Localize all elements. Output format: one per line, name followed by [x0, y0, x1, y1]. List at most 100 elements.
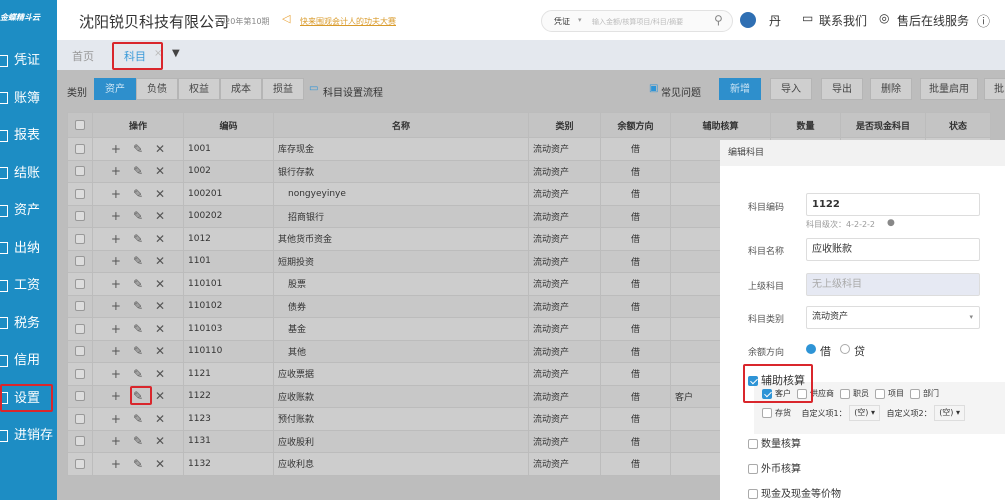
edit-icon[interactable]: ✎: [133, 344, 143, 358]
edit-icon[interactable]: ✎: [133, 209, 143, 223]
delete-icon[interactable]: ✕: [155, 389, 165, 403]
edit-icon[interactable]: ✎: [133, 232, 143, 246]
row-checkbox[interactable]: [67, 227, 93, 251]
fx-checkbox[interactable]: 外币核算: [748, 460, 801, 475]
delete-icon[interactable]: ✕: [155, 367, 165, 381]
qty-checkbox[interactable]: 数量核算: [748, 435, 801, 450]
custom2-select[interactable]: (空) ▾: [934, 405, 965, 421]
edit-icon[interactable]: ✎: [133, 412, 143, 426]
edit-icon[interactable]: ✎: [133, 142, 143, 156]
row-checkbox[interactable]: [67, 294, 93, 318]
add-icon[interactable]: +: [111, 209, 121, 223]
row-checkbox[interactable]: [67, 272, 93, 296]
toolbar-button-0[interactable]: 新增: [719, 78, 761, 100]
add-icon[interactable]: +: [111, 142, 121, 156]
row-checkbox[interactable]: [67, 249, 93, 273]
edit-icon[interactable]: ✎: [133, 367, 143, 381]
edit-icon[interactable]: ✎: [133, 457, 143, 471]
add-icon[interactable]: +: [111, 277, 121, 291]
add-icon[interactable]: +: [111, 299, 121, 313]
add-icon[interactable]: +: [111, 389, 121, 403]
help-icon[interactable]: ⓘ: [977, 11, 990, 30]
sidebar-item-1[interactable]: 账簿: [0, 86, 57, 112]
row-checkbox[interactable]: [67, 182, 93, 206]
toolbar-button-5[interactable]: 批: [984, 78, 1005, 100]
add-icon[interactable]: +: [111, 254, 121, 268]
tab-home[interactable]: 首页: [72, 48, 94, 64]
search-input[interactable]: 输入金额/核算项目/科目/摘要: [592, 17, 683, 27]
sidebar-item-7[interactable]: 税务: [0, 311, 57, 337]
close-icon[interactable]: ×: [154, 48, 162, 59]
sidebar-item-6[interactable]: 工资: [0, 273, 57, 299]
radio-credit[interactable]: [840, 344, 850, 354]
search-scope[interactable]: 凭证: [554, 16, 570, 27]
search-icon[interactable]: ⚲: [714, 13, 723, 27]
edit-icon[interactable]: ✎: [133, 254, 143, 268]
category-tab-2[interactable]: 权益: [178, 78, 220, 100]
code-input[interactable]: 1122: [806, 193, 980, 216]
row-checkbox[interactable]: [67, 339, 93, 363]
delete-icon[interactable]: ✕: [155, 254, 165, 268]
add-icon[interactable]: +: [111, 164, 121, 178]
edit-icon[interactable]: ✎: [133, 277, 143, 291]
aux-item-checkbox[interactable]: 供应商: [797, 388, 834, 399]
chevron-down-icon[interactable]: ▼: [172, 48, 180, 59]
delete-icon[interactable]: ✕: [155, 232, 165, 246]
select-all-checkbox[interactable]: [67, 112, 93, 138]
edit-icon[interactable]: ✎: [133, 434, 143, 448]
row-checkbox[interactable]: [67, 452, 93, 476]
flow-link[interactable]: 科目设置流程: [323, 84, 383, 99]
aux-item-checkbox[interactable]: 项目: [875, 388, 904, 399]
row-checkbox[interactable]: [67, 429, 93, 453]
toolbar-button-3[interactable]: 删除: [870, 78, 912, 100]
row-checkbox[interactable]: [67, 204, 93, 228]
row-checkbox[interactable]: [67, 362, 93, 386]
category-tab-3[interactable]: 成本: [220, 78, 262, 100]
row-checkbox[interactable]: [67, 407, 93, 431]
sidebar-item-10[interactable]: 进销存: [0, 423, 57, 449]
row-checkbox[interactable]: [67, 384, 93, 408]
aux-item-checkbox[interactable]: 部门: [910, 388, 939, 399]
delete-icon[interactable]: ✕: [155, 457, 165, 471]
sidebar-item-3[interactable]: 结账: [0, 161, 57, 187]
edit-icon[interactable]: ✎: [133, 164, 143, 178]
add-icon[interactable]: +: [111, 344, 121, 358]
custom1-select[interactable]: (空) ▾: [849, 405, 880, 421]
edit-icon[interactable]: ✎: [133, 322, 143, 336]
name-input[interactable]: 应收账款: [806, 238, 980, 261]
aux-item-checkbox[interactable]: 客户: [762, 388, 791, 399]
sidebar-item-8[interactable]: 信用: [0, 348, 57, 374]
toolbar-button-2[interactable]: 导出: [821, 78, 863, 100]
delete-icon[interactable]: ✕: [155, 164, 165, 178]
delete-icon[interactable]: ✕: [155, 187, 165, 201]
delete-icon[interactable]: ✕: [155, 322, 165, 336]
category-tab-4[interactable]: 损益: [262, 78, 304, 100]
aux-checkbox[interactable]: 辅助核算: [748, 372, 805, 388]
category-tab-0[interactable]: 资产: [94, 78, 136, 100]
help-icon[interactable]: ●: [887, 218, 895, 228]
stock-checkbox[interactable]: [762, 408, 772, 418]
delete-icon[interactable]: ✕: [155, 434, 165, 448]
add-icon[interactable]: +: [111, 322, 121, 336]
add-icon[interactable]: +: [111, 434, 121, 448]
type-select[interactable]: 流动资产 ▾: [806, 306, 980, 329]
aux-item-checkbox[interactable]: 职员: [840, 388, 869, 399]
faq-link[interactable]: 常见问题: [661, 84, 701, 99]
delete-icon[interactable]: ✕: [155, 209, 165, 223]
avatar[interactable]: [740, 12, 756, 28]
user-name[interactable]: 丹: [769, 12, 781, 29]
row-checkbox[interactable]: [67, 317, 93, 341]
row-checkbox[interactable]: [67, 159, 93, 183]
category-tab-1[interactable]: 负债: [136, 78, 178, 100]
toolbar-button-1[interactable]: 导入: [770, 78, 812, 100]
edit-icon[interactable]: ✎: [133, 187, 143, 201]
add-icon[interactable]: +: [111, 412, 121, 426]
radio-debit[interactable]: [806, 344, 816, 354]
row-checkbox[interactable]: [67, 137, 93, 161]
service-link[interactable]: 售后在线服务: [897, 12, 969, 29]
sidebar-item-9[interactable]: 设置: [0, 386, 57, 412]
delete-icon[interactable]: ✕: [155, 299, 165, 313]
notice-link[interactable]: 快来围观会计人的功夫大赛: [300, 16, 396, 27]
add-icon[interactable]: +: [111, 232, 121, 246]
sidebar-item-4[interactable]: 资产: [0, 198, 57, 224]
